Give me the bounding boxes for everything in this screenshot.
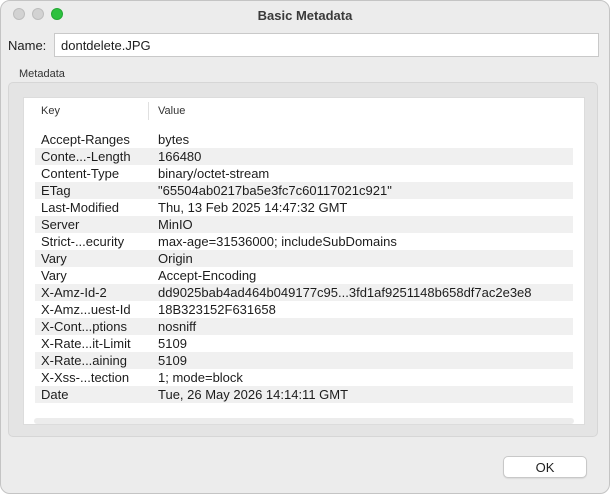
table-row[interactable]: X-Amz...uest-Id 18B323152F631658 xyxy=(35,301,573,318)
table-row[interactable]: Date Tue, 26 May 2026 14:14:11 GMT xyxy=(35,386,573,403)
value-cell: Thu, 13 Feb 2025 14:47:32 GMT xyxy=(158,200,348,215)
value-cell: 18B323152F631658 xyxy=(158,302,276,317)
value-cell: Origin xyxy=(158,251,193,266)
table-row[interactable]: X-Xss-...tection 1; mode=block xyxy=(35,369,573,386)
key-cell: X-Amz...uest-Id xyxy=(41,302,131,317)
key-cell: X-Amz-Id-2 xyxy=(41,285,107,300)
key-cell: Server xyxy=(41,217,80,232)
key-cell: X-Cont...ptions xyxy=(41,319,127,334)
horizontal-scrollbar[interactable] xyxy=(34,418,574,424)
value-cell: binary/octet-stream xyxy=(158,166,270,181)
table-row[interactable]: Vary Origin xyxy=(35,250,573,267)
table-row[interactable]: Strict-...ecurity max-age=31536000; inclu… xyxy=(35,233,573,250)
title-bar: Basic Metadata xyxy=(1,1,609,31)
table-row[interactable]: Vary Accept-Encoding xyxy=(35,267,573,284)
value-cell: MinIO xyxy=(158,217,193,232)
metadata-group-label: Metadata xyxy=(19,68,65,80)
key-cell: Last-Modified xyxy=(41,200,120,215)
key-cell: X-Rate...aining xyxy=(41,353,127,368)
value-cell: "65504ab0217ba5e3fc7c60117021c921" xyxy=(158,183,392,198)
table-row[interactable]: X-Cont...ptions nosniff xyxy=(35,318,573,335)
table-rows: Accept-Ranges bytes Conte...-Length 166480 C… xyxy=(35,131,573,403)
value-cell: 5109 xyxy=(158,336,187,351)
table-row[interactable]: Server MinIO xyxy=(35,216,573,233)
key-cell: Content-Type xyxy=(41,166,120,181)
value-cell: 1; mode=block xyxy=(158,370,243,385)
table-row[interactable]: Accept-Ranges bytes xyxy=(35,131,573,148)
metadata-table: Key Value Accept-Ranges bytes Conte...-Len… xyxy=(23,97,585,425)
key-cell: X-Xss-...tection xyxy=(41,370,130,385)
value-cell: 166480 xyxy=(158,149,202,164)
key-cell: X-Rate...it-Limit xyxy=(41,336,131,351)
table-row[interactable]: X-Rate...aining 5109 xyxy=(35,352,573,369)
ok-button[interactable]: OK xyxy=(503,456,587,478)
window-title: Basic Metadata xyxy=(257,8,353,23)
column-header-value[interactable]: Value xyxy=(158,105,185,117)
table-row[interactable]: Conte...-Length 166480 xyxy=(35,148,573,165)
key-cell: Vary xyxy=(41,251,67,266)
value-cell: Accept-Encoding xyxy=(158,268,257,283)
key-cell: ETag xyxy=(41,183,71,198)
table-row[interactable]: Content-Type binary/octet-stream xyxy=(35,165,573,182)
key-cell: Vary xyxy=(41,268,67,283)
key-cell: Date xyxy=(41,387,69,402)
value-cell: Tue, 26 May 2026 14:14:11 GMT xyxy=(158,387,349,402)
value-cell: 5109 xyxy=(158,353,187,368)
table-row[interactable]: Last-Modified Thu, 13 Feb 2025 14:47:32 G… xyxy=(35,199,573,216)
value-cell: bytes xyxy=(158,132,190,147)
column-separator[interactable] xyxy=(148,102,149,120)
metadata-dialog: Basic Metadata Name: Metadata Key Value … xyxy=(0,0,610,494)
key-cell: Accept-Ranges xyxy=(41,132,130,147)
column-header-key[interactable]: Key xyxy=(41,105,60,117)
table-row[interactable]: ETag "65504ab0217ba5e3fc7c60117021c921" xyxy=(35,182,573,199)
key-cell: Strict-...ecurity xyxy=(41,234,125,249)
name-label: Name: xyxy=(8,38,47,53)
table-row[interactable]: X-Rate...it-Limit 5109 xyxy=(35,335,573,352)
value-cell: nosniff xyxy=(158,319,197,334)
table-header: Key Value xyxy=(24,98,584,124)
value-cell: dd9025bab4ad464b049177c95...3fd1af925114… xyxy=(158,285,532,300)
value-cell: max-age=31536000; includeSubDomains xyxy=(158,234,397,249)
key-cell: Conte...-Length xyxy=(41,149,131,164)
name-input[interactable] xyxy=(54,33,599,57)
table-row[interactable]: X-Amz-Id-2 dd9025bab4ad464b049177c95...3f… xyxy=(35,284,573,301)
